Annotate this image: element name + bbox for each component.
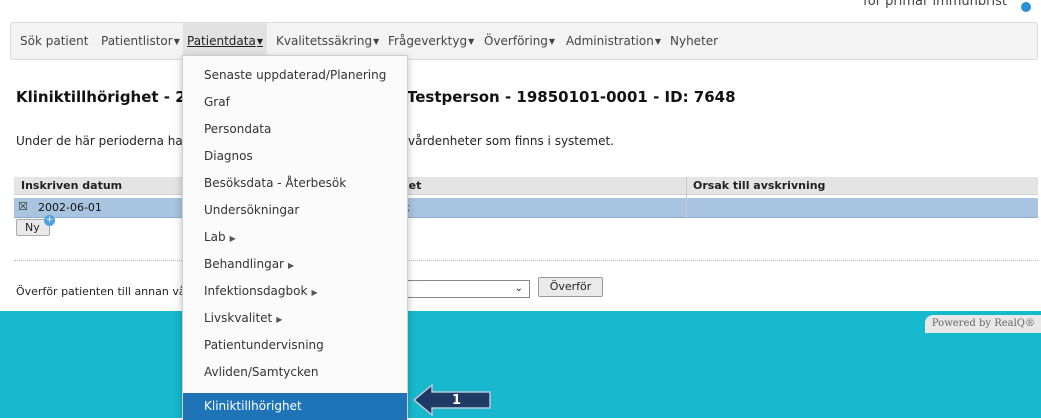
transfer-label: Överför patienten till annan vå — [16, 285, 186, 298]
dropdown-item-livskvalitet[interactable]: Livskvalitet ▶ — [183, 305, 407, 332]
menu-kvalitetssakring[interactable]: Kvalitetssäkring▼ — [276, 23, 379, 59]
top-strip-text: för primär immunbrist — [863, 0, 1007, 9]
menu-overforing[interactable]: Överföring▼ — [484, 23, 555, 59]
top-strip: för primär immunbrist — [0, 0, 1041, 14]
dropdown-item-label: Diagnos — [204, 149, 253, 163]
submenu-arrow-icon: ▶ — [287, 261, 295, 270]
menu-label: Nyheter — [670, 34, 719, 48]
table-row[interactable]: ☒ 2002-06-01 nik — [14, 198, 1038, 218]
submenu-arrow-icon: ▶ — [229, 234, 236, 243]
dropdown-item-label: Patientundervisning — [204, 338, 324, 352]
caret-down-icon: ▼ — [256, 37, 263, 46]
expand-icon[interactable]: ☒ — [18, 200, 28, 213]
caret-down-icon: ▼ — [373, 37, 380, 46]
dropdown-item-label: Livskvalitet — [204, 311, 273, 325]
dropdown-item-label: Avliden/Samtycken — [204, 365, 319, 379]
caret-down-icon: ▼ — [173, 37, 180, 46]
patientdata-dropdown: Senaste uppdaterad/Planering Graf Person… — [182, 55, 408, 420]
menu-label: Administration — [566, 34, 654, 48]
dropdown-item-label: Undersökningar — [204, 203, 300, 217]
powered-by-badge: Powered by RealQ® — [925, 315, 1041, 333]
dropdown-item-besoksdata[interactable]: Besöksdata - Återbesök — [183, 170, 407, 197]
unit-select[interactable]: ⌄ — [406, 280, 530, 298]
new-button[interactable]: Ny + — [16, 215, 55, 236]
table-header: Inskriven datum nhet Orsak till avskrivn… — [14, 177, 1038, 195]
intro-text: Under de här perioderna har — [16, 134, 188, 148]
dropdown-item-lab[interactable]: Lab ▶ — [183, 224, 407, 251]
dropdown-item-label: Behandlingar — [204, 257, 284, 271]
plus-icon: + — [44, 215, 55, 226]
footer — [0, 311, 1041, 418]
dropdown-item-kliniktillhorighet[interactable]: Kliniktillhörighet — [183, 393, 407, 420]
menu-nyheter[interactable]: Nyheter — [670, 23, 718, 59]
dropdown-item-label: Lab — [204, 230, 226, 244]
menu-label: Patientlistor — [101, 34, 173, 48]
menu-patientlistor[interactable]: Patientlistor▼ — [101, 23, 180, 59]
menu-patientdata[interactable]: Patientdata▼ — [183, 23, 267, 59]
column-divider — [686, 177, 687, 218]
menu-label: Överföring — [484, 34, 548, 48]
dropdown-item-diagnos[interactable]: Diagnos — [183, 143, 407, 170]
dropdown-item-label: Senaste uppdaterad/Planering — [204, 68, 387, 82]
dropdown-item-label: Infektionsdagbok — [204, 284, 308, 298]
menu-label: Patientdata — [187, 34, 256, 48]
chevron-down-icon: ⌄ — [514, 283, 523, 294]
menu-label: Sök patient — [20, 34, 89, 48]
dropdown-item-label: Graf — [204, 95, 230, 109]
dropdown-item-senaste[interactable]: Senaste uppdaterad/Planering — [183, 62, 407, 89]
dropdown-item-persondata[interactable]: Persondata — [183, 116, 407, 143]
divider — [14, 260, 1038, 261]
intro-text-continued: vårdenheter som finns i systemet. — [408, 134, 614, 148]
dropdown-item-label: Persondata — [204, 122, 272, 136]
page-title: Kliniktillhörighet - 2 — [16, 88, 186, 106]
submenu-arrow-icon: ▶ — [276, 315, 283, 324]
dropdown-item-undersokningar[interactable]: Undersökningar — [183, 197, 407, 224]
new-button-label: Ny — [25, 221, 40, 234]
submenu-arrow-icon: ▶ — [311, 288, 318, 297]
menu-sok-patient[interactable]: Sök patient — [20, 23, 88, 59]
dropdown-item-avliden[interactable]: Avliden/Samtycken — [183, 359, 407, 386]
menu-administration[interactable]: Administration▼ — [566, 23, 661, 59]
caret-down-icon: ▼ — [468, 37, 475, 46]
dropdown-item-label: Besöksdata - Återbesök — [204, 176, 347, 190]
info-dot-icon[interactable] — [1021, 2, 1031, 12]
menu-frageverktyg[interactable]: Frågeverktyg▼ — [388, 23, 474, 59]
menu-label: Kvalitetssäkring — [276, 34, 373, 48]
caret-down-icon: ▼ — [654, 37, 661, 46]
column-header-date: Inskriven datum — [21, 179, 123, 192]
dropdown-item-patientundervisning[interactable]: Patientundervisning — [183, 332, 407, 359]
main-menu-bar: Sök patient Patientlistor▼ Patientdata▼ … — [10, 22, 1038, 60]
caret-down-icon: ▼ — [548, 37, 556, 46]
callout-number: 1 — [452, 393, 462, 408]
dropdown-item-graf[interactable]: Graf — [183, 89, 407, 116]
dropdown-item-infektionsdagbok[interactable]: Infektionsdagbok ▶ — [183, 278, 407, 305]
dropdown-item-behandlingar[interactable]: Behandlingar ▶ — [183, 251, 407, 278]
menu-label: Frågeverktyg — [388, 34, 468, 48]
page-title-patient: Testperson - 19850101-0001 - ID: 7648 — [407, 88, 736, 106]
dropdown-item-label: Kliniktillhörighet — [204, 399, 302, 413]
column-header-reason: Orsak till avskrivning — [693, 179, 826, 192]
transfer-button[interactable]: Överför — [538, 277, 603, 297]
